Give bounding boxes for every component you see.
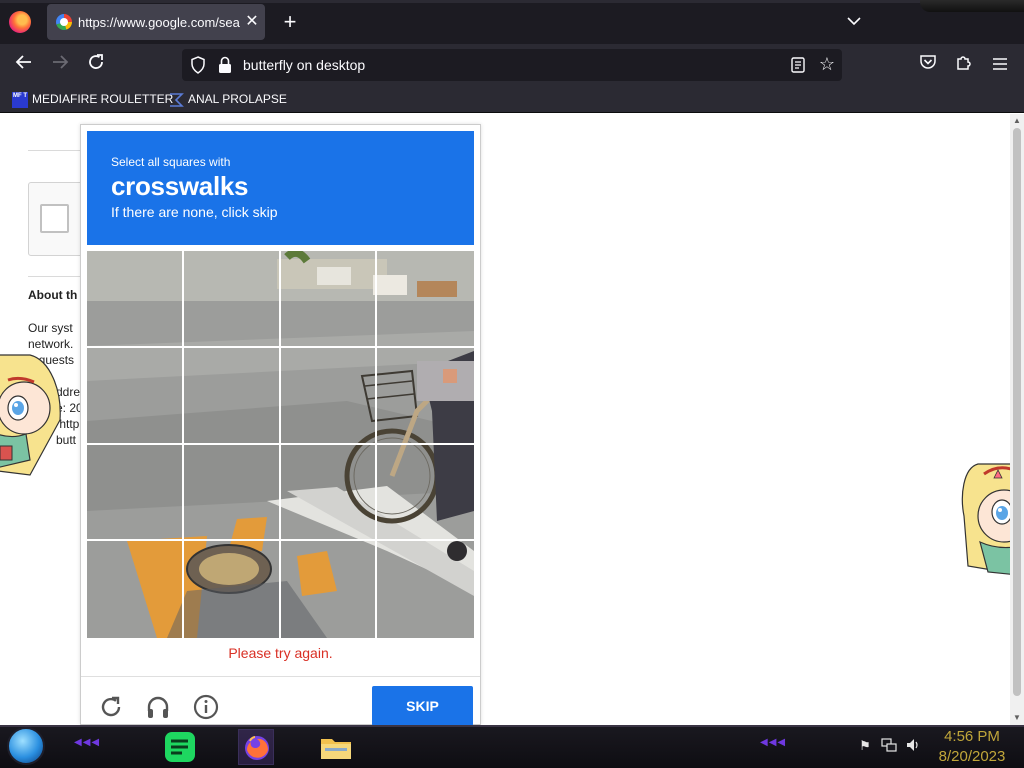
bookmark-label: MEDIAFIRE ROULETTER xyxy=(32,92,174,106)
scroll-up-arrow-icon[interactable]: ▲ xyxy=(1010,115,1024,127)
error-message: Please try again. xyxy=(228,645,333,661)
navigation-toolbar: butterfly on desktop ☆ xyxy=(0,44,1024,86)
divider xyxy=(28,276,88,277)
tab-bar-edge xyxy=(0,0,1024,3)
firefox-view-icon[interactable] xyxy=(9,11,31,33)
grid-tile[interactable] xyxy=(377,348,474,445)
taskbar-decoration-icon: ◀◀◀ xyxy=(74,737,101,748)
grid-tile[interactable] xyxy=(183,347,281,445)
mediafire-bookmark-icon: MF T xyxy=(12,91,28,108)
instruction-line: Select all squares with xyxy=(111,155,231,169)
clock-date: 8/20/2023 xyxy=(938,748,1006,765)
skip-button[interactable]: SKIP xyxy=(372,686,473,725)
scrollbar-thumb[interactable] xyxy=(1013,128,1021,696)
browser-tab[interactable]: https://www.google.com/search ✕ xyxy=(47,4,265,40)
desktop-character-sticker-right[interactable] xyxy=(958,456,1010,586)
web-page: About th Our syst network. requests ddre… xyxy=(0,114,1010,725)
grid-tile[interactable] xyxy=(280,444,378,542)
about-heading: About th xyxy=(28,288,78,302)
taskbar-decoration-icon: ◀◀◀ xyxy=(760,737,787,748)
new-tab-button[interactable]: + xyxy=(279,10,301,34)
tracking-protection-shield-icon[interactable] xyxy=(188,55,208,75)
reload-button[interactable] xyxy=(84,53,108,77)
forward-button[interactable] xyxy=(48,53,72,77)
system-clock[interactable]: 4:56 PM 8/20/2023 xyxy=(930,727,1014,767)
reload-challenge-icon[interactable] xyxy=(97,693,125,721)
grid-tile[interactable] xyxy=(87,347,184,445)
close-tab-icon[interactable]: ✕ xyxy=(243,12,261,32)
grid-tile[interactable] xyxy=(183,251,281,348)
start-orb-icon[interactable] xyxy=(7,727,45,765)
url-text: butterfly on desktop xyxy=(243,57,366,73)
window-controls xyxy=(920,0,1024,12)
taskbar: ◀◀◀ ◀◀◀ ⚑ 4:56 PM 8/20/2023 xyxy=(0,725,1024,768)
volume-speaker-icon[interactable] xyxy=(904,737,922,755)
grid-tile[interactable] xyxy=(280,347,378,445)
recaptcha-challenge-dialog: Select all squares with crosswalks If th… xyxy=(80,124,481,725)
bookmark-star-icon[interactable]: ☆ xyxy=(816,53,838,75)
grid-tile[interactable] xyxy=(87,541,184,638)
footer-divider xyxy=(81,676,480,677)
grid-tile[interactable] xyxy=(183,444,281,542)
audio-challenge-headphones-icon[interactable] xyxy=(144,693,172,721)
clock-time: 4:56 PM xyxy=(944,728,1000,745)
info-icon[interactable] xyxy=(192,693,220,721)
extensions-puzzle-icon[interactable] xyxy=(952,53,976,77)
tab-title: https://www.google.com/search xyxy=(78,15,240,30)
divider xyxy=(28,150,88,151)
network-icon[interactable] xyxy=(880,737,898,755)
bookmark-label: ANAL PROLAPSE xyxy=(188,92,287,106)
taskbar-edge xyxy=(0,725,1024,727)
reader-view-icon[interactable] xyxy=(788,55,808,75)
hamburger-menu-icon[interactable] xyxy=(988,53,1012,77)
taskbar-notes-app-icon[interactable] xyxy=(162,729,198,765)
grid-tile[interactable] xyxy=(377,445,474,542)
bookmark-second[interactable]: ANAL PROLAPSE xyxy=(168,89,287,109)
grid-tile[interactable] xyxy=(184,541,281,638)
page-scrollbar[interactable]: ▲ ▼ xyxy=(1010,114,1024,725)
grid-tile[interactable] xyxy=(377,251,474,348)
desktop-character-sticker-left[interactable] xyxy=(0,350,64,480)
bookmarks-toolbar: MF T MEDIAFIRE ROULETTER ANAL PROLAPSE xyxy=(0,86,1024,113)
grid-tile[interactable] xyxy=(377,541,474,638)
challenge-target: crosswalks xyxy=(111,171,249,201)
recaptcha-checkbox[interactable] xyxy=(40,204,69,233)
challenge-header: Select all squares with crosswalks If th… xyxy=(87,131,474,245)
address-bar[interactable]: butterfly on desktop ☆ xyxy=(182,49,842,81)
bookmark-sigma-icon xyxy=(168,92,184,108)
bookmark-mediafire-rouletter[interactable]: MF T MEDIAFIRE ROULETTER xyxy=(12,89,173,109)
lock-icon[interactable] xyxy=(216,55,234,75)
tile-grid xyxy=(87,251,474,638)
action-center-flag-icon[interactable]: ⚑ xyxy=(856,737,874,755)
google-favicon-icon xyxy=(56,14,72,30)
grid-tile[interactable] xyxy=(87,251,184,348)
pocket-icon[interactable] xyxy=(916,53,940,77)
instruction-hint: If there are none, click skip xyxy=(111,204,278,220)
scroll-down-arrow-icon[interactable]: ▼ xyxy=(1010,712,1024,724)
tab-bar: https://www.google.com/search ✕ + xyxy=(0,0,1024,44)
grid-tile[interactable] xyxy=(87,444,184,542)
challenge-image-grid xyxy=(87,251,474,638)
grid-tile[interactable] xyxy=(281,541,378,638)
list-tabs-chevron-icon[interactable] xyxy=(843,11,865,33)
taskbar-file-explorer-icon[interactable] xyxy=(318,729,354,765)
taskbar-firefox-icon[interactable] xyxy=(238,729,274,765)
back-button[interactable] xyxy=(12,53,36,77)
grid-tile[interactable] xyxy=(280,251,378,348)
